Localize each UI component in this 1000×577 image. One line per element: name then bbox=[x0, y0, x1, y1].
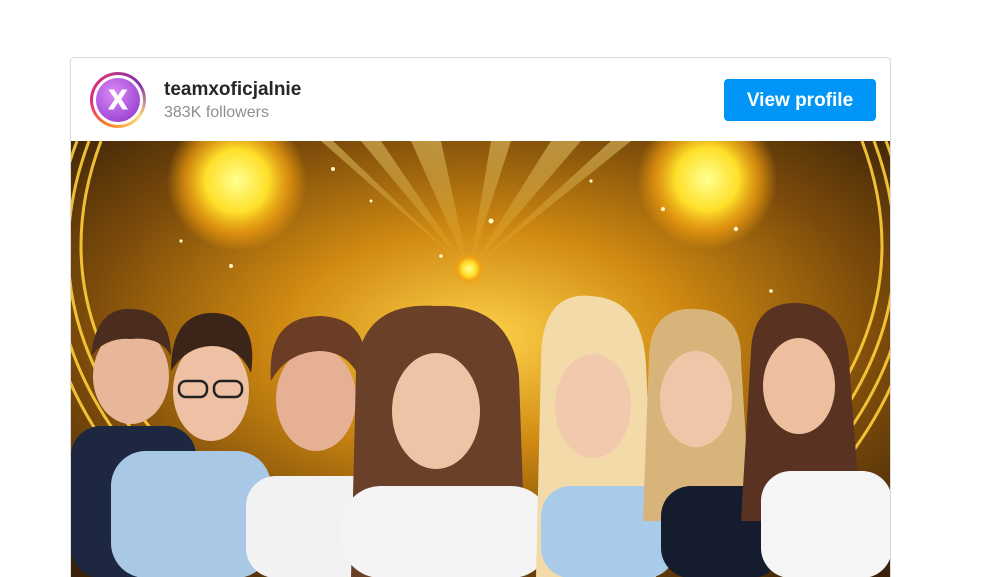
view-profile-button[interactable]: View profile bbox=[724, 79, 876, 121]
username[interactable]: teamxoficjalnie bbox=[164, 78, 301, 102]
instagram-embed-card: X teamxoficjalnie 383K followers View pr… bbox=[70, 57, 891, 577]
team-x-logo-icon: X bbox=[96, 78, 140, 122]
center-light bbox=[453, 253, 485, 285]
post-image[interactable] bbox=[71, 141, 890, 577]
avatar[interactable]: X bbox=[90, 72, 146, 128]
avatar-logo-letter: X bbox=[109, 84, 128, 115]
user-info: teamxoficjalnie 383K followers bbox=[164, 78, 301, 124]
group-photo bbox=[71, 141, 890, 577]
post-header: X teamxoficjalnie 383K followers View pr… bbox=[71, 58, 890, 141]
follower-count: 383K followers bbox=[164, 104, 269, 121]
